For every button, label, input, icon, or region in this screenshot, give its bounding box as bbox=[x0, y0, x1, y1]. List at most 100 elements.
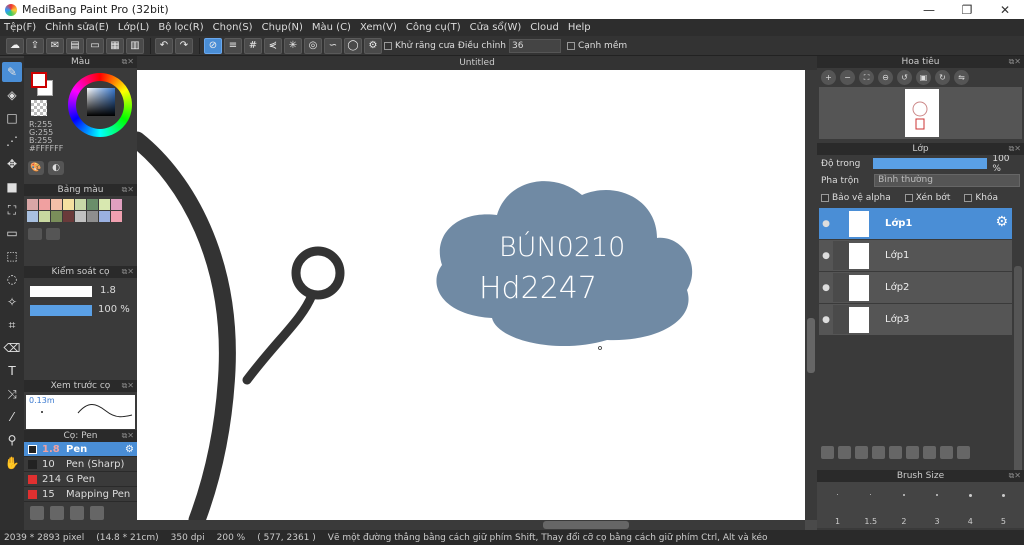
hand-tool-icon[interactable]: ✋ bbox=[2, 453, 22, 473]
antialias-checkbox[interactable] bbox=[384, 41, 392, 50]
close-button[interactable]: ✕ bbox=[986, 3, 1024, 17]
zoom-reset-icon[interactable]: ⊖ bbox=[878, 70, 893, 85]
comment-icon[interactable]: ✉ bbox=[46, 37, 64, 54]
magic-wand-icon[interactable]: ✧ bbox=[2, 292, 22, 312]
visibility-icon[interactable]: ● bbox=[819, 283, 833, 293]
lock-option[interactable]: Khóa bbox=[964, 193, 998, 203]
brush-size-option[interactable]: 1 bbox=[821, 482, 854, 528]
brush-size-slider[interactable] bbox=[30, 286, 92, 297]
protect-alpha-checkbox[interactable] bbox=[821, 194, 829, 202]
eraser-tool-icon[interactable]: ◈ bbox=[2, 85, 22, 105]
clipping-option[interactable]: Xén bớt bbox=[904, 193, 950, 203]
palette-add-icon[interactable] bbox=[28, 228, 42, 240]
brush-opacity-slider[interactable] bbox=[30, 305, 92, 316]
menu-file[interactable]: Tệp(F) bbox=[4, 22, 36, 33]
snap-settings-icon[interactable]: ⚙ bbox=[364, 37, 382, 54]
layer-opacity-slider[interactable] bbox=[873, 158, 988, 169]
panel-close-icon[interactable]: ⧉✕ bbox=[1009, 470, 1021, 482]
layer-item[interactable]: ● Lớp3 bbox=[819, 304, 1012, 335]
rect-tool-icon[interactable]: □ bbox=[2, 108, 22, 128]
share-icon[interactable]: ⇪ bbox=[26, 37, 44, 54]
visibility-icon[interactable]: ● bbox=[819, 251, 833, 261]
lock-checkbox[interactable] bbox=[964, 194, 973, 202]
brush-tool-icon[interactable]: ✎ bbox=[2, 62, 22, 82]
brush-item[interactable]: 1.8 Pen ⚙ bbox=[24, 442, 137, 457]
palette-swatch[interactable] bbox=[111, 199, 122, 210]
gradient-tool-icon[interactable]: ▭ bbox=[2, 223, 22, 243]
soft-edge-checkbox[interactable] bbox=[566, 41, 575, 50]
rotate-right-icon[interactable]: ↻ bbox=[935, 70, 950, 85]
brush-add-icon[interactable] bbox=[30, 506, 44, 520]
blend-mode-select[interactable]: Bình thường bbox=[874, 174, 1020, 187]
page-icon[interactable]: ▭ bbox=[86, 37, 104, 54]
brush-item[interactable]: 214 G Pen bbox=[24, 472, 137, 487]
palette-delete-icon[interactable] bbox=[46, 228, 60, 240]
select-rect-icon[interactable]: ⬚ bbox=[2, 246, 22, 266]
palette-swatch[interactable] bbox=[75, 211, 86, 222]
minimize-button[interactable]: — bbox=[910, 3, 948, 17]
panel-close-icon[interactable]: ⧉✕ bbox=[122, 56, 134, 68]
palette-swatch[interactable] bbox=[75, 199, 86, 210]
canvas-horizontal-scrollbar[interactable] bbox=[137, 520, 805, 530]
snap-grid-icon[interactable]: # bbox=[244, 37, 262, 54]
redo-icon[interactable]: ↷ bbox=[175, 37, 193, 54]
brush-delete-icon[interactable] bbox=[90, 506, 104, 520]
new-halftone-layer-icon[interactable] bbox=[838, 446, 851, 459]
visibility-icon[interactable]: ● bbox=[819, 315, 833, 325]
new-layer-icon[interactable] bbox=[821, 446, 834, 459]
dot-tool-icon[interactable]: ⋰ bbox=[2, 131, 22, 151]
snap-curve-icon[interactable]: ∽ bbox=[324, 37, 342, 54]
color-square[interactable] bbox=[87, 88, 115, 116]
palette-swatch[interactable] bbox=[99, 199, 110, 210]
panel-close-icon[interactable]: ⧉✕ bbox=[1009, 56, 1021, 68]
layer-settings-icon[interactable]: ⚙ bbox=[995, 214, 1008, 230]
eyedropper-icon[interactable]: ⚲ bbox=[2, 430, 22, 450]
palette-swatch[interactable] bbox=[39, 199, 50, 210]
snap-ellipse-icon[interactable]: ◯ bbox=[344, 37, 362, 54]
fit-icon[interactable]: ⛶ bbox=[859, 70, 874, 85]
visibility-icon[interactable]: ● bbox=[819, 219, 833, 229]
panel-close-icon[interactable]: ⧉✕ bbox=[122, 184, 134, 196]
maximize-button[interactable]: ❐ bbox=[948, 3, 986, 17]
menu-tools[interactable]: Công cụ(T) bbox=[406, 22, 461, 33]
palette-swatch[interactable] bbox=[51, 211, 62, 222]
brush-size-option[interactable]: 2 bbox=[887, 482, 920, 528]
transparent-color-swatch[interactable] bbox=[31, 100, 47, 116]
menu-filter[interactable]: Bộ lọc(R) bbox=[158, 22, 203, 33]
delete-layer-icon[interactable] bbox=[957, 446, 970, 459]
operation-tool-icon[interactable]: ⤨ bbox=[2, 384, 22, 404]
palette-swatch[interactable] bbox=[63, 199, 74, 210]
text-tool-icon[interactable]: T bbox=[2, 361, 22, 381]
brush-size-option[interactable]: 5 bbox=[987, 482, 1020, 528]
brush-item[interactable]: 15 Mapping Pen bbox=[24, 487, 137, 502]
brush-size-option[interactable]: 3 bbox=[921, 482, 954, 528]
foreground-color-swatch[interactable] bbox=[31, 72, 47, 88]
menu-layer[interactable]: Lớp(L) bbox=[118, 22, 149, 33]
snap-radial-icon[interactable]: ✳ bbox=[284, 37, 302, 54]
layer-item[interactable]: ● Lớp2 bbox=[819, 272, 1012, 303]
menu-view[interactable]: Xem(V) bbox=[360, 22, 397, 33]
palette-swatch[interactable] bbox=[51, 199, 62, 210]
actual-size-icon[interactable]: ▣ bbox=[916, 70, 931, 85]
divide-tool-icon[interactable]: ⁄ bbox=[2, 407, 22, 427]
menu-help[interactable]: Help bbox=[568, 22, 591, 33]
move-tool-icon[interactable]: ✥ bbox=[2, 154, 22, 174]
brush-item[interactable]: 10 Pen (Sharp) bbox=[24, 457, 137, 472]
new-8bit-layer-icon[interactable] bbox=[855, 446, 868, 459]
panel-close-icon[interactable]: ⧉✕ bbox=[122, 266, 134, 278]
select-eraser-icon[interactable]: ⌫ bbox=[2, 338, 22, 358]
add-layer-menu-icon[interactable] bbox=[872, 446, 885, 459]
brush-load-icon[interactable] bbox=[70, 506, 84, 520]
lasso-tool-icon[interactable]: ◌ bbox=[2, 269, 22, 289]
grid-icon[interactable]: ▦ bbox=[106, 37, 124, 54]
palette-swatch[interactable] bbox=[27, 199, 38, 210]
note-icon[interactable]: ▤ bbox=[66, 37, 84, 54]
palette-swatch[interactable] bbox=[27, 211, 38, 222]
brush-copy-icon[interactable] bbox=[50, 506, 64, 520]
palette-swatch[interactable] bbox=[87, 199, 98, 210]
canvas-vscroll-thumb[interactable] bbox=[807, 318, 815, 373]
panel-close-icon[interactable]: ⧉✕ bbox=[1009, 143, 1021, 155]
palette-swatch[interactable] bbox=[63, 211, 74, 222]
panel-close-icon[interactable]: ⧉✕ bbox=[122, 380, 134, 392]
drawing-canvas[interactable]: BÚN0210 Hd2247 bbox=[137, 70, 805, 520]
